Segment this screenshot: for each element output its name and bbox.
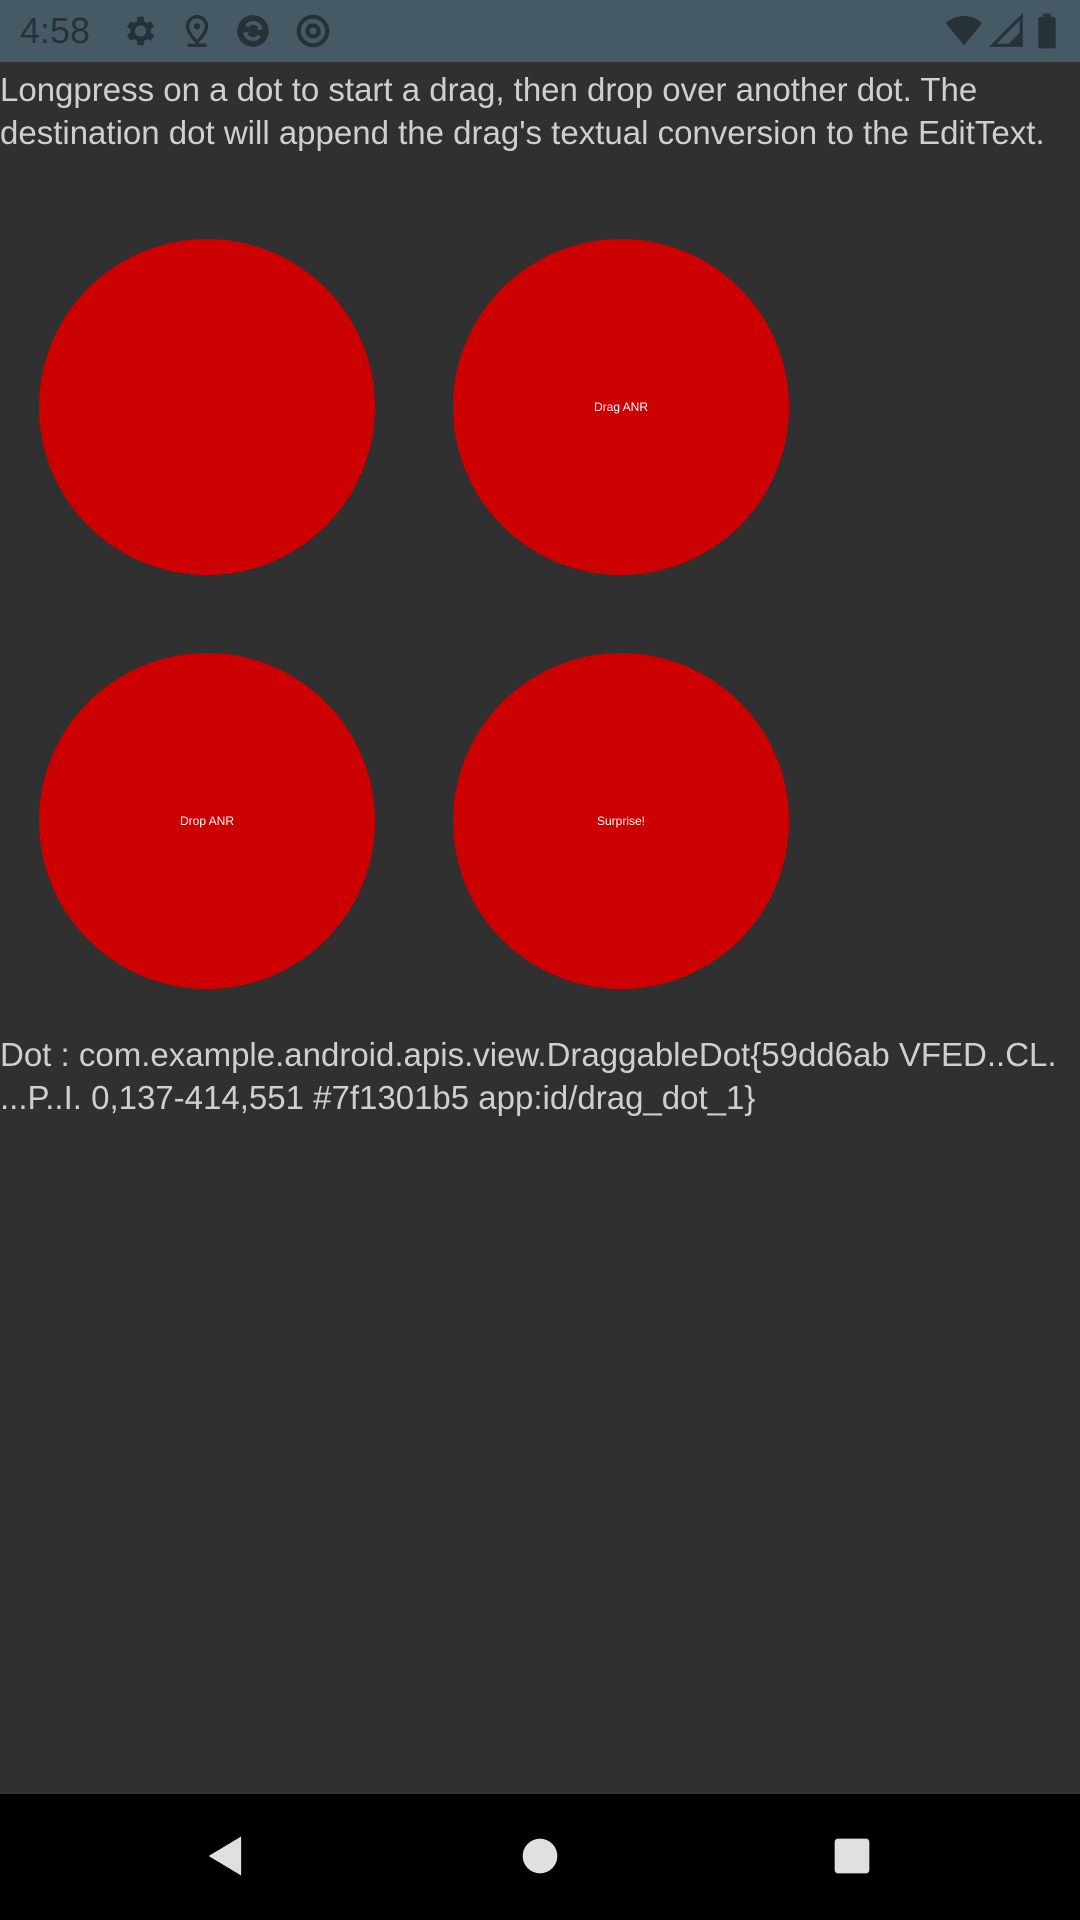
drag-dot-drop-anr[interactable]: Drop ANR <box>39 653 375 989</box>
navigation-bar <box>0 1794 1080 1920</box>
edit-text-output[interactable]: Dot : com.example.android.apis.view.Drag… <box>0 1033 1075 1119</box>
home-icon[interactable] <box>514 1830 566 1882</box>
dot-label: Drag ANR <box>593 400 649 414</box>
drag-dot-1[interactable] <box>39 239 375 575</box>
at-icon <box>294 12 332 50</box>
drag-dot-drag-anr[interactable]: Drag ANR <box>453 239 789 575</box>
dot-label: Drop ANR <box>179 814 235 828</box>
battery-icon <box>1032 12 1062 50</box>
recents-icon[interactable] <box>826 1830 878 1882</box>
wifi-icon <box>944 12 984 50</box>
status-bar: 4:58 <box>0 0 1080 62</box>
signal-icon <box>988 12 1026 50</box>
location-icon <box>178 12 216 50</box>
back-icon[interactable] <box>200 1830 252 1882</box>
settings-icon <box>120 12 158 50</box>
screen: 4:58 Longpress on a dot to start a drag,… <box>0 0 1080 1920</box>
drag-dot-surprise[interactable]: Surprise! <box>453 653 789 989</box>
sync-icon <box>234 12 272 50</box>
instructions-text: Longpress on a dot to start a drag, then… <box>0 71 1045 151</box>
dot-label: Surprise! <box>596 814 646 828</box>
status-time: 4:58 <box>20 10 91 51</box>
